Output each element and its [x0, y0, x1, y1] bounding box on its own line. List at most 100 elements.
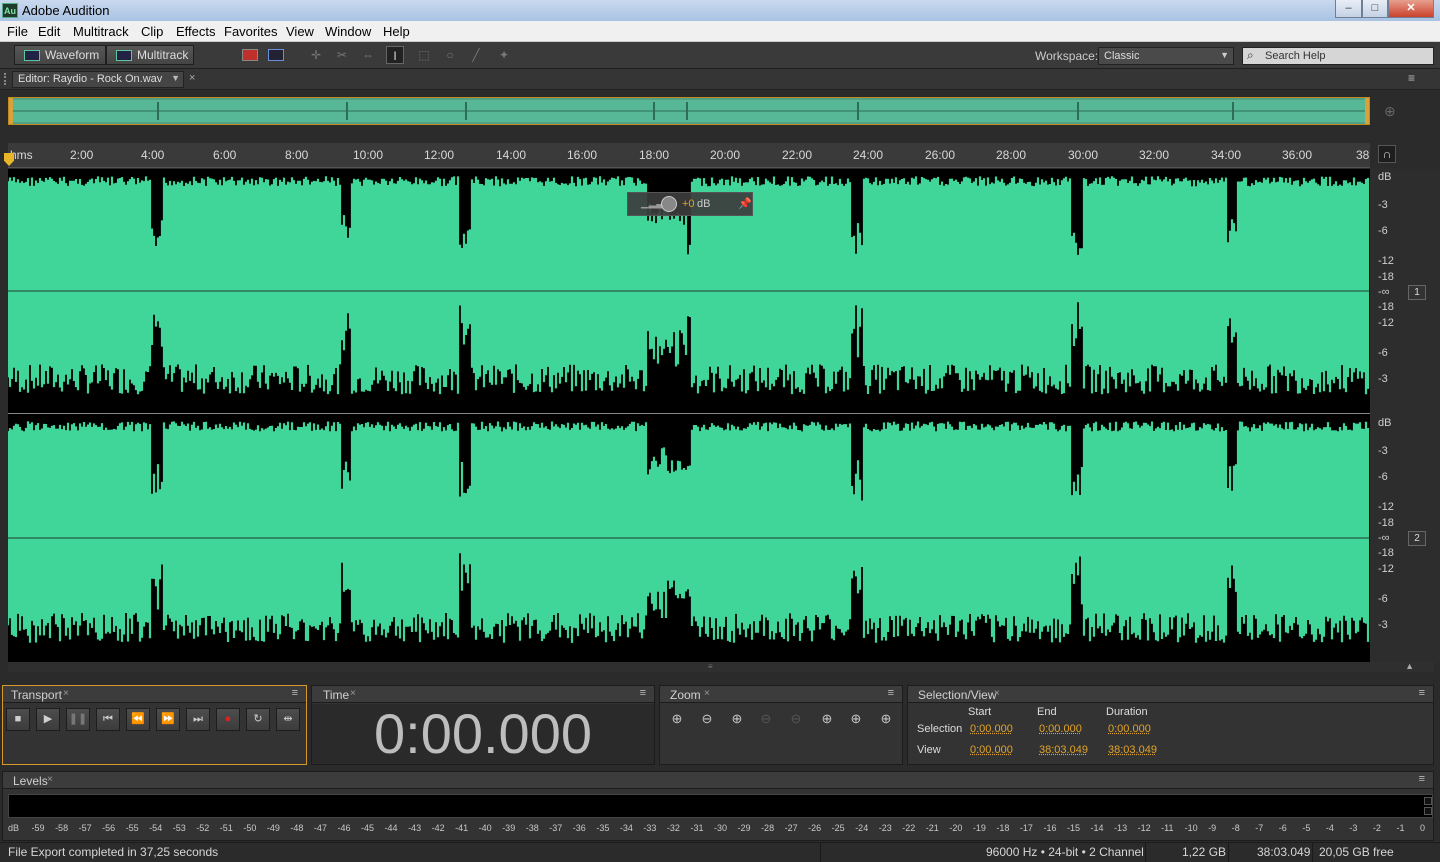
view-end-value[interactable]: 38:03.049	[1039, 744, 1088, 756]
zoom-in-time-icon[interactable]: ⊕	[725, 711, 749, 729]
menu-file[interactable]: File	[7, 24, 28, 39]
zoom-out-time-icon[interactable]: ⊖	[754, 711, 778, 729]
time-ruler[interactable]: hms 2:00 4:00 6:00 8:00 10:00 12:00 14:0…	[8, 143, 1370, 168]
zoom-in-left-icon[interactable]: ⊕	[844, 711, 868, 729]
level-scale-label: -26	[808, 823, 821, 833]
channel-2-waveform[interactable]	[8, 414, 1370, 662]
selection-end-value[interactable]: 0:00.000	[1039, 723, 1082, 735]
zoom-out-full-icon[interactable]: ⊖	[784, 711, 808, 729]
scroll-grip-icon[interactable]: ≡	[708, 662, 713, 671]
close-editor-icon[interactable]: ×	[189, 72, 195, 84]
view-duration-value[interactable]: 38:03.049	[1108, 744, 1157, 756]
slip-tool-icon[interactable]: ⇔	[359, 46, 377, 64]
view-start-value[interactable]: 0:00.000	[970, 744, 1013, 756]
waveform-overview[interactable]	[8, 97, 1370, 125]
move-tool-icon[interactable]: ✛	[307, 46, 325, 64]
horizontal-scrollbar[interactable]: ≡ ▲	[8, 662, 1434, 672]
rewind-button[interactable]: ⏪	[126, 708, 150, 731]
overview-waveform	[9, 98, 1369, 124]
menu-effects[interactable]: Effects	[176, 24, 216, 39]
ruler-tick-label: 18:00	[639, 148, 669, 162]
waveform-view-button[interactable]: Waveform	[14, 45, 106, 65]
channel-1-badge[interactable]: 1	[1408, 285, 1426, 300]
col-duration-header: Duration	[1106, 706, 1148, 718]
menu-favorites[interactable]: Favorites	[224, 24, 277, 39]
headphones-icon[interactable]: ∩	[1378, 145, 1396, 163]
status-free-space: 20,05 GB free	[1319, 845, 1394, 859]
level-meter	[8, 794, 1433, 818]
skip-to-start-button[interactable]: ⏮	[96, 708, 120, 731]
level-scale-label: -50	[243, 823, 256, 833]
ruler-tick-label: 36:00	[1282, 148, 1312, 162]
editor-file-select[interactable]: Editor: Raydio - Rock On.wav ▼	[12, 71, 184, 88]
menu-window[interactable]: Window	[325, 24, 371, 39]
play-button[interactable]: ▶	[36, 708, 60, 731]
level-scale-label: -24	[855, 823, 868, 833]
volume-hud[interactable]: ▁▂▃ +0 dB 📌	[627, 192, 753, 216]
zoom-in-icon[interactable]: ⊕	[1384, 103, 1396, 120]
workspace-select[interactable]: Classic ▼	[1098, 47, 1234, 65]
razor-tool-icon[interactable]: ✂	[333, 46, 351, 64]
close-icon[interactable]: ×	[47, 774, 53, 785]
status-size: 1,22 GB	[1182, 845, 1226, 859]
level-scale-label: -30	[714, 823, 727, 833]
brush-tool-icon[interactable]: ╱	[467, 46, 485, 64]
maximize-button[interactable]: □	[1362, 0, 1388, 18]
loop-playback-button[interactable]: ↻	[246, 708, 270, 731]
record-button[interactable]: ●	[216, 708, 240, 731]
zoom-in-amplitude-icon[interactable]: ⊕	[665, 711, 689, 729]
close-icon[interactable]: ×	[704, 688, 710, 699]
level-scale-label: -58	[55, 823, 68, 833]
menu-view[interactable]: View	[286, 24, 314, 39]
minimize-button[interactable]: –	[1335, 0, 1362, 18]
menu-multitrack[interactable]: Multitrack	[73, 24, 129, 39]
panel-menu-icon[interactable]: ≡	[1419, 687, 1425, 699]
level-scale-label: -23	[879, 823, 892, 833]
level-scale-label: -18	[996, 823, 1009, 833]
panel-menu-icon[interactable]: ≡	[292, 687, 298, 699]
ruler-tick-label: 20:00	[710, 148, 740, 162]
collapse-up-icon[interactable]: ▲	[1405, 661, 1414, 671]
spot-healing-tool-icon[interactable]: ✦	[495, 46, 513, 64]
close-icon[interactable]: ×	[63, 688, 69, 699]
panel-menu-icon[interactable]: ≡	[640, 687, 646, 699]
panel-menu-icon[interactable]: ≡	[888, 687, 894, 699]
volume-knob-icon[interactable]	[661, 196, 677, 212]
fast-forward-button[interactable]: ⏩	[156, 708, 180, 731]
spectral-frequency-icon[interactable]	[242, 49, 258, 61]
multitrack-view-button[interactable]: Multitrack	[106, 45, 194, 65]
channel-2-badge[interactable]: 2	[1408, 531, 1426, 546]
close-icon[interactable]: ×	[350, 688, 356, 699]
pin-icon[interactable]: 📌	[738, 197, 752, 210]
lasso-tool-icon[interactable]: ○	[441, 46, 459, 64]
stop-button[interactable]: ■	[6, 708, 30, 731]
multitrack-icon	[116, 50, 132, 61]
zoom-out-amplitude-icon[interactable]: ⊖	[695, 711, 719, 729]
selection-start-value[interactable]: 0:00.000	[970, 723, 1013, 735]
menu-edit[interactable]: Edit	[38, 24, 60, 39]
menu-clip[interactable]: Clip	[141, 24, 163, 39]
clip-indicator-left[interactable]	[1424, 797, 1432, 805]
pause-button[interactable]: ❚❚	[66, 708, 90, 731]
spectral-pitch-icon[interactable]	[268, 49, 284, 61]
menu-help[interactable]: Help	[383, 24, 410, 39]
panel-menu-icon[interactable]: ≡	[1408, 71, 1415, 85]
zoom-to-selection-icon[interactable]: ⊕	[815, 711, 839, 729]
level-scale-label: -20	[949, 823, 962, 833]
skip-selection-button[interactable]: ⇹	[276, 708, 300, 731]
editor-tab-label: Editor: Raydio - Rock On.wav	[18, 73, 162, 85]
panel-menu-icon[interactable]: ≡	[1419, 773, 1425, 785]
zoom-in-right-icon[interactable]: ⊕	[874, 711, 898, 729]
marquee-tool-icon[interactable]: ⬚	[415, 46, 433, 64]
db-label: -18	[1378, 271, 1394, 283]
hud-volume-value[interactable]: +0	[682, 198, 695, 210]
close-icon[interactable]: ×	[994, 688, 1000, 699]
time-selection-tool-icon[interactable]: I	[386, 46, 404, 64]
skip-to-end-button[interactable]: ⏭	[186, 708, 210, 731]
toolbar: Waveform Multitrack ✛ ✂ ⇔ I ⬚ ○ ╱ ✦ Work…	[0, 42, 1440, 69]
selection-duration-value[interactable]: 0:00.000	[1108, 723, 1151, 735]
clip-indicator-right[interactable]	[1424, 807, 1432, 815]
close-window-button[interactable]: ✕	[1388, 0, 1434, 18]
search-help-input[interactable]: ⌕ Search Help	[1242, 47, 1434, 65]
status-duration: 38:03.049	[1257, 845, 1310, 859]
